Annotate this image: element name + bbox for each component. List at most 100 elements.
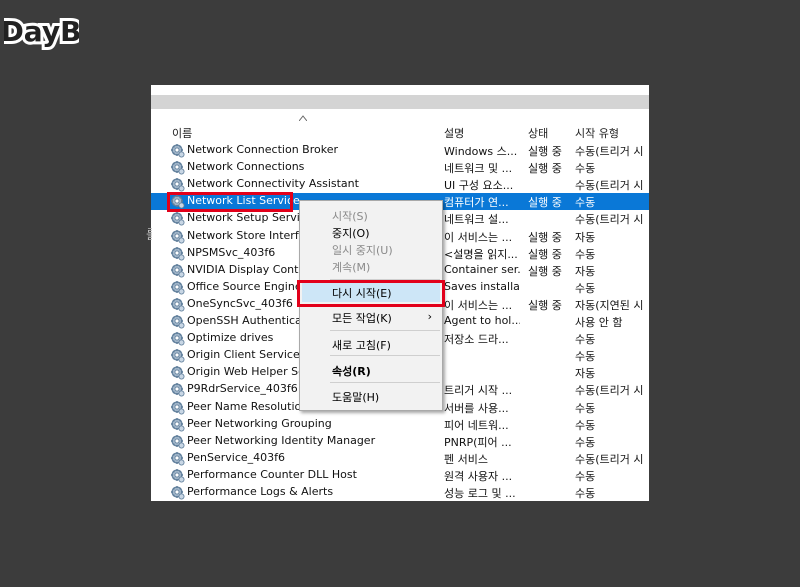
service-description: Agent to hol... (444, 314, 520, 327)
service-startup-type: 수동 (575, 162, 596, 176)
menu-item-label: 속성(R) (332, 365, 371, 378)
side-label: 를 (146, 228, 152, 243)
submenu-arrow-icon: › (427, 310, 432, 323)
column-startup-type[interactable]: 시작 유형 (575, 125, 619, 141)
service-name: NVIDIA Display Contair (187, 262, 313, 276)
service-startup-type: 자동 (575, 230, 596, 244)
service-row[interactable]: Network Connection Broker Windows 스... 실행 … (151, 142, 649, 159)
service-startup-type: 자동 (575, 367, 596, 381)
service-row[interactable]: Network Connectivity Assistant UI 구성 요소..… (151, 176, 649, 193)
highlight-box-selected-service (167, 192, 293, 212)
service-name: Peer Name Resolution I (187, 399, 315, 413)
service-startup-type: 수동 (575, 350, 596, 364)
service-gear-icon (170, 314, 185, 329)
service-description: Windows 스... (444, 145, 518, 158)
service-name: Optimize drives (187, 331, 274, 345)
service-row[interactable]: Performance Logs & Alerts 성능 로그 및 ... 수동 (151, 484, 649, 501)
service-gear-icon (170, 348, 185, 363)
menu-separator (330, 330, 440, 331)
service-description: PNRP(피어 ... (444, 435, 512, 449)
menu-item-label: 중지(O) (332, 227, 370, 240)
menu-item-label: 계속(M) (332, 261, 371, 274)
menu-separator (330, 355, 440, 356)
service-description: Saves installa... (444, 279, 520, 293)
column-header: 이름 설명 상태 시작 유형 (151, 109, 649, 143)
service-description: 이 서비스는 ... (444, 298, 513, 312)
service-startup-type: 수동 (575, 196, 596, 210)
service-description: 펜 서비스 (444, 452, 488, 466)
menu-item[interactable]: 새로 고침(F) (302, 335, 440, 354)
service-name: Office Source Engine (187, 279, 302, 293)
service-row[interactable]: Network Connections 네트워크 및 ... 실행 중 수동 (151, 159, 649, 176)
service-description: Container ser... (444, 262, 520, 276)
service-status: 실행 중 (528, 247, 562, 261)
service-status: 실행 중 (528, 230, 562, 244)
service-row[interactable]: PenService_403f6 펜 서비스 수동(트리거 시 (151, 450, 649, 467)
menu-item[interactable]: 속성(R) (302, 361, 440, 380)
menu-item-label: 시작(S) (332, 210, 368, 223)
service-startup-type: 수동 (575, 487, 596, 500)
service-status: 실행 중 (528, 264, 562, 278)
service-gear-icon (170, 229, 185, 244)
menu-item-label: 도움말(H) (332, 391, 380, 404)
service-gear-icon (170, 382, 185, 397)
service-gear-icon (170, 160, 185, 175)
service-name: Performance Counter DLL Host (187, 467, 357, 481)
service-name: Network Connection Broker (187, 143, 338, 156)
dayb-watermark-logo: DayB (4, 12, 79, 51)
service-row[interactable]: Performance Counter DLL Host 원격 사용자 ... 수동 (151, 467, 649, 484)
service-startup-type: 수동 (575, 247, 596, 261)
service-description: 이 서비스는 ... (444, 230, 513, 244)
service-startup-type: 수동 (575, 435, 596, 449)
service-gear-icon (170, 143, 185, 158)
service-name: Peer Networking Identity Manager (187, 433, 376, 447)
service-gear-icon (170, 211, 185, 226)
menu-separator (330, 382, 440, 383)
service-name: OpenSSH Authenticatio (187, 314, 316, 327)
service-description: 컴퓨터가 연... (444, 196, 509, 210)
column-description[interactable]: 설명 (444, 125, 464, 141)
service-status: 실행 중 (528, 196, 562, 210)
service-name: OneSyncSvc_403f6 (187, 296, 293, 310)
service-row[interactable]: Peer Networking Identity Manager PNRP(피어 … (151, 433, 649, 450)
service-description: UI 구성 요소... (444, 179, 514, 193)
service-gear-icon (170, 451, 185, 466)
menu-item[interactable]: 모든 작업(K) › (302, 308, 440, 327)
column-status[interactable]: 상태 (528, 125, 548, 141)
service-status: 실행 중 (528, 298, 562, 312)
service-description: <설명을 읽지... (444, 247, 518, 261)
menu-item[interactable]: 도움말(H) (302, 387, 440, 406)
service-description: 네트워크 설... (444, 213, 509, 227)
menu-item-label: 새로 고침(F) (332, 339, 391, 352)
column-name[interactable]: 이름 (172, 125, 192, 141)
service-description: 저장소 드라... (444, 333, 509, 347)
service-gear-icon (170, 417, 185, 432)
service-status: 실행 중 (528, 162, 562, 176)
service-gear-icon (170, 400, 185, 415)
service-gear-icon (170, 468, 185, 483)
service-description: 서버를 사용... (444, 401, 509, 415)
window-top-strip (151, 85, 649, 95)
service-row[interactable]: Peer Networking Grouping 피어 네트워... 수동 (151, 416, 649, 433)
service-gear-icon (170, 263, 185, 278)
service-name: Network Setup Service (187, 211, 313, 225)
service-gear-icon (170, 177, 185, 192)
sort-ascending-icon (299, 115, 307, 121)
service-gear-icon (170, 365, 185, 380)
service-name: Performance Logs & Alerts (187, 485, 334, 498)
service-gear-icon (170, 331, 185, 346)
service-name: Peer Networking Grouping (187, 416, 332, 430)
service-startup-type: 자동(지연된 시 (575, 298, 644, 312)
service-startup-type: 자동 (575, 264, 596, 278)
service-description: 네트워크 및 ... (444, 162, 513, 176)
service-startup-type: 수동 (575, 281, 596, 295)
service-status: 실행 중 (528, 145, 562, 158)
toolbar-strip (151, 95, 649, 109)
service-name: Origin Client Service (187, 348, 300, 362)
service-gear-icon (170, 485, 185, 500)
service-startup-type: 사용 안 함 (575, 316, 623, 329)
service-startup-type: 수동 (575, 333, 596, 347)
service-description: 피어 네트워... (444, 418, 509, 432)
service-name: Network Connectivity Assistant (187, 177, 359, 191)
service-gear-icon (170, 434, 185, 449)
